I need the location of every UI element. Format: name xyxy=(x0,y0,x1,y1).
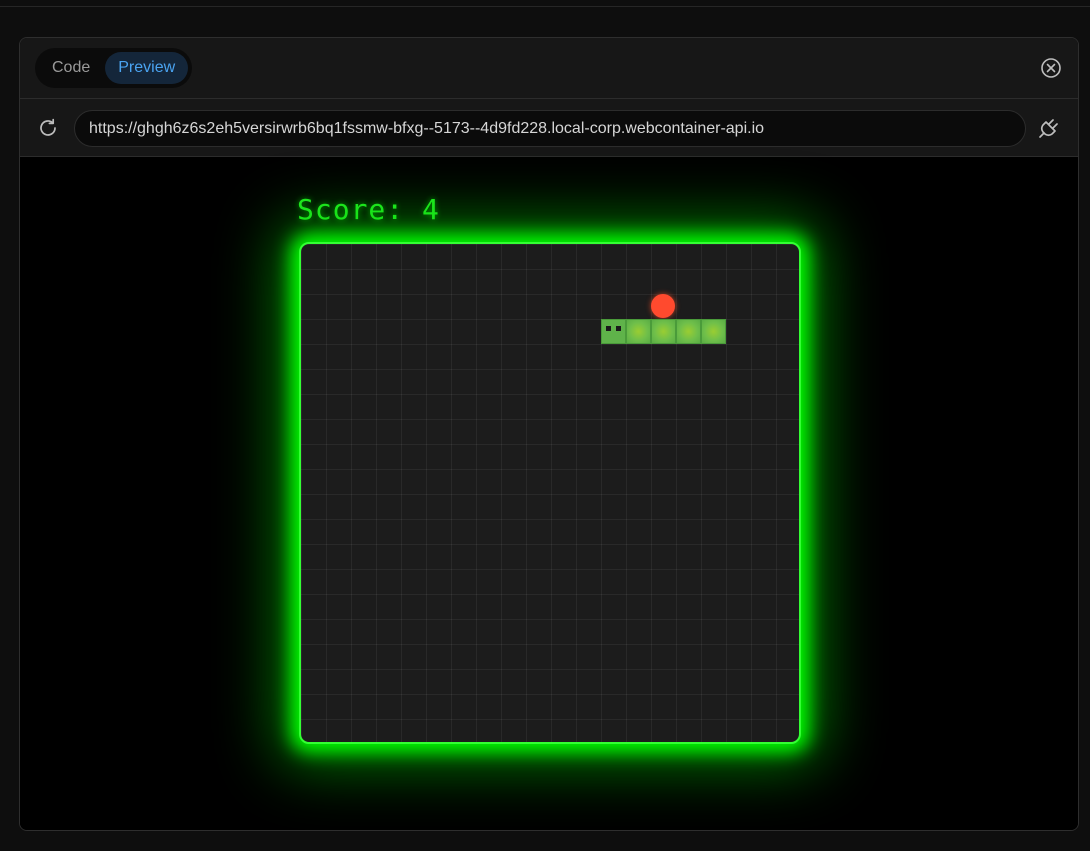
close-circle-icon xyxy=(1041,58,1061,78)
snake-head xyxy=(601,319,626,344)
preview-panel: Code Preview https://ghgh6z6s2eh5versirw… xyxy=(19,37,1079,831)
food-apple xyxy=(651,294,675,318)
snake-segment xyxy=(626,319,651,344)
plug-icon xyxy=(1039,119,1058,138)
snake-segment xyxy=(701,319,726,344)
close-button[interactable] xyxy=(1040,57,1062,79)
tab-group: Code Preview xyxy=(35,48,193,88)
snake-segment xyxy=(676,319,701,344)
top-strip xyxy=(0,0,1090,7)
address-bar: https://ghgh6z6s2eh5versirwrb6bq1fssmw-b… xyxy=(20,99,1078,157)
game-board[interactable] xyxy=(299,242,801,744)
snake-segment xyxy=(651,319,676,344)
snake-eye xyxy=(616,326,621,331)
reload-icon xyxy=(40,118,56,136)
plug-button[interactable] xyxy=(1037,116,1061,140)
score-label: Score: 4 xyxy=(297,193,440,226)
preview-area: Score: 4 xyxy=(20,157,1078,830)
tab-code[interactable]: Code xyxy=(39,52,103,84)
url-input[interactable]: https://ghgh6z6s2eh5versirwrb6bq1fssmw-b… xyxy=(74,110,1026,147)
tab-preview[interactable]: Preview xyxy=(105,52,189,84)
tab-bar: Code Preview xyxy=(20,38,1078,99)
reload-button[interactable] xyxy=(37,117,59,139)
snake-eye xyxy=(606,326,611,331)
